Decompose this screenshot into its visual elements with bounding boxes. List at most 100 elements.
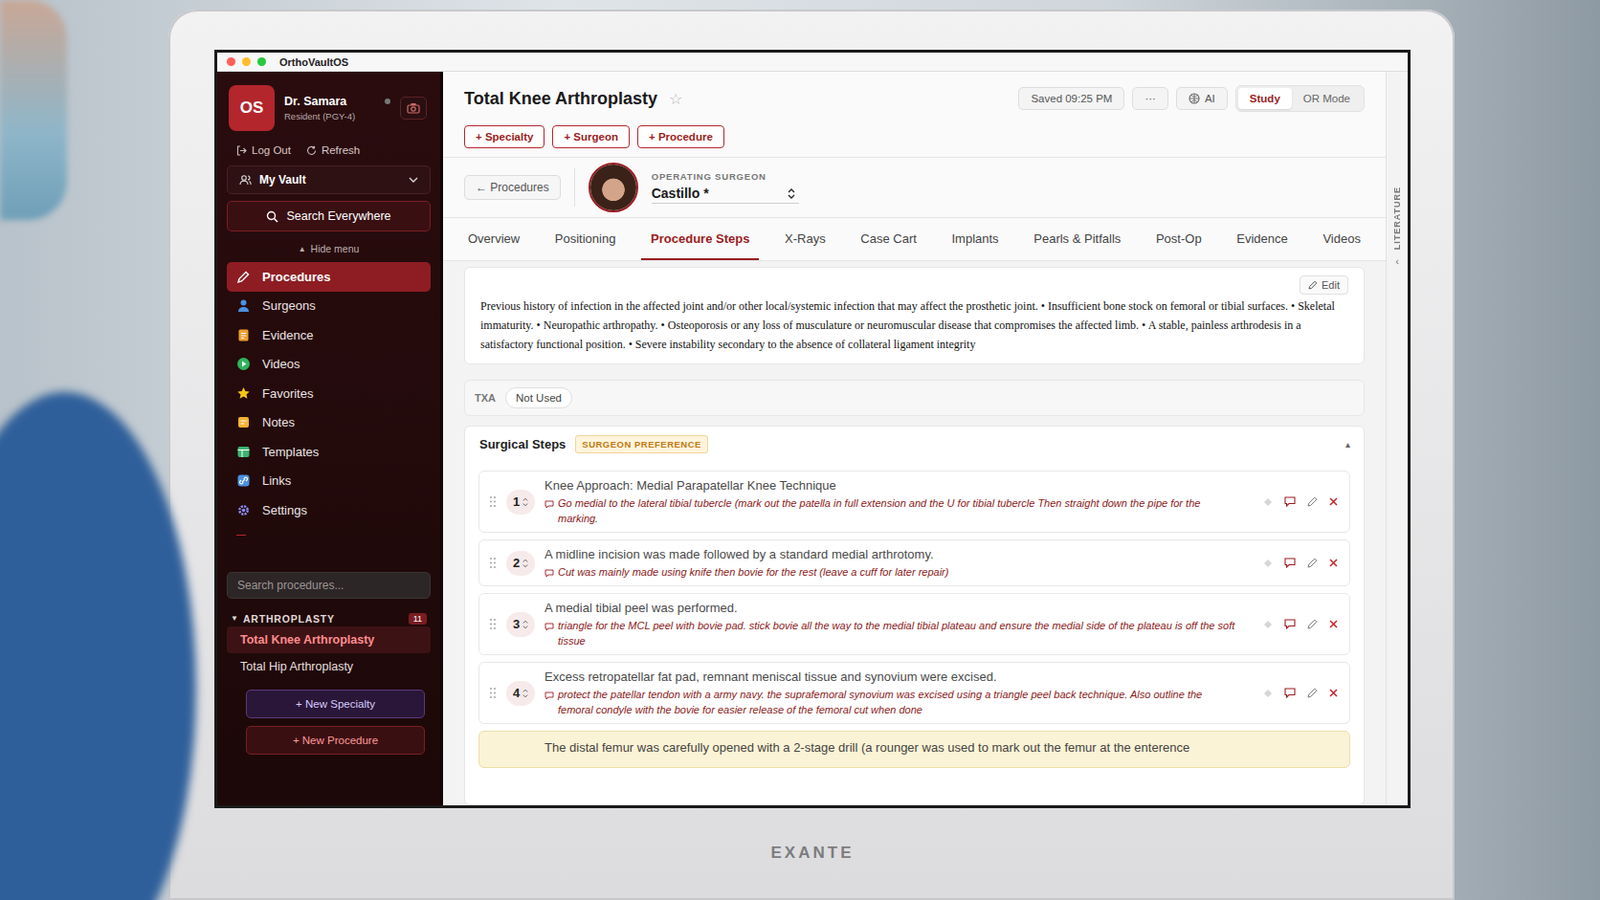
step-row[interactable]: 3 A medial tibial peel was performed.tria… bbox=[478, 593, 1351, 656]
step-title: Excess retropatellar fat pad, remnant me… bbox=[544, 668, 1254, 686]
ai-button[interactable]: AI bbox=[1176, 87, 1228, 111]
title-bar: OrthoVaultOS bbox=[217, 52, 1408, 72]
surgeon-select[interactable]: Castillo * bbox=[651, 184, 800, 204]
vault-select[interactable]: My Vault bbox=[226, 165, 431, 195]
drag-handle-icon[interactable] bbox=[488, 556, 497, 570]
diamond-icon[interactable] bbox=[1263, 688, 1273, 699]
mode-option[interactable]: OR Mode bbox=[1291, 88, 1362, 110]
sidebar-item[interactable]: Templates bbox=[226, 437, 431, 467]
comment-icon[interactable] bbox=[1284, 619, 1296, 630]
pencil-icon[interactable] bbox=[1307, 619, 1318, 630]
tab[interactable]: Overview bbox=[458, 218, 530, 261]
sidebar-item[interactable]: Notes bbox=[226, 408, 431, 439]
more-button[interactable]: ··· bbox=[1132, 87, 1169, 111]
tab[interactable]: Procedure Steps bbox=[641, 218, 759, 261]
draft-step-row[interactable]: The distal femur was carefully opened wi… bbox=[478, 731, 1351, 769]
comment-icon[interactable] bbox=[1284, 557, 1296, 569]
search-everywhere-label: Search Everywhere bbox=[286, 209, 391, 223]
step-number[interactable]: 2 bbox=[506, 551, 535, 577]
app-body: OSDr. SamaraResident (PGY-4)Log OutRefre… bbox=[217, 71, 1408, 806]
literature-tab[interactable]: LITERATURE‹ bbox=[1385, 71, 1408, 806]
sidebar-item[interactable]: Surgeons bbox=[226, 291, 431, 322]
diamond-icon[interactable] bbox=[1263, 558, 1273, 569]
diamond-icon[interactable] bbox=[1263, 497, 1273, 508]
sidebar-item[interactable]: Procedures bbox=[226, 262, 431, 292]
camera-button[interactable] bbox=[400, 96, 427, 120]
back-button[interactable]: ← Procedures bbox=[464, 175, 561, 200]
step-title: A medial tibial peel was performed. bbox=[544, 600, 1254, 617]
txa-value[interactable]: Not Used bbox=[505, 387, 573, 409]
procedure-item[interactable]: Total Knee Arthroplasty bbox=[226, 626, 431, 654]
pencil-icon[interactable] bbox=[1307, 688, 1318, 699]
step-body: Excess retropatellar fat pad, remnant me… bbox=[544, 668, 1254, 718]
sidebar-item[interactable]: Evidence bbox=[226, 320, 431, 351]
drag-handle-icon[interactable] bbox=[488, 618, 497, 631]
step-number[interactable]: 4 bbox=[506, 681, 535, 707]
step-note-text: Cut was mainly made using knife then bov… bbox=[557, 564, 949, 580]
procedure-search-field[interactable]: Search procedures... bbox=[226, 572, 431, 600]
account-link[interactable]: Log Out bbox=[236, 144, 291, 156]
sidebar-item-label: Templates bbox=[262, 444, 319, 460]
sidebar-add-button[interactable]: + New Procedure bbox=[245, 726, 425, 756]
delete-icon[interactable] bbox=[1329, 688, 1338, 698]
step-number[interactable]: 3 bbox=[506, 612, 535, 638]
window-control[interactable] bbox=[226, 57, 236, 67]
window-control[interactable] bbox=[257, 57, 267, 67]
procedure-item[interactable]: Total Hip Arthroplasty bbox=[226, 653, 431, 681]
mode-option[interactable]: Study bbox=[1238, 88, 1292, 110]
tab[interactable]: Post-Op bbox=[1146, 218, 1212, 261]
sidebar-item[interactable]: Videos bbox=[226, 350, 431, 380]
tab[interactable]: Videos bbox=[1312, 218, 1371, 261]
page-header: Total Knee Arthroplasty☆Saved 09:25 PM··… bbox=[443, 71, 1386, 126]
drag-handle-icon[interactable] bbox=[488, 495, 497, 509]
pencil-icon[interactable] bbox=[1307, 557, 1318, 569]
step-row[interactable]: 1Knee Approach: Medial Parapatellar Knee… bbox=[478, 470, 1351, 534]
literature-arrow: ‹ bbox=[1395, 255, 1400, 267]
sidebar-item[interactable]: Links bbox=[226, 466, 431, 497]
favorite-star[interactable]: ☆ bbox=[668, 89, 683, 109]
steps-list: 1Knee Approach: Medial Parapatellar Knee… bbox=[478, 461, 1351, 769]
delete-icon[interactable] bbox=[1329, 558, 1338, 568]
account-link[interactable]: Refresh bbox=[306, 144, 360, 156]
comment-icon[interactable] bbox=[1284, 688, 1296, 699]
add-button[interactable]: + Specialty bbox=[464, 125, 545, 149]
camera-icon bbox=[406, 102, 421, 114]
drag-handle-icon[interactable] bbox=[488, 687, 497, 700]
sidebar-item[interactable]: Favorites bbox=[226, 378, 431, 409]
sidebar-add-button[interactable]: + New Specialty bbox=[245, 689, 425, 719]
tab-bar: Overview Positioning Procedure Steps X-Rays… bbox=[443, 218, 1386, 262]
tab[interactable]: Positioning bbox=[545, 218, 626, 261]
window-control[interactable] bbox=[242, 57, 251, 67]
tab[interactable]: Pearls & Pitfalls bbox=[1023, 218, 1131, 261]
tab[interactable]: Implants bbox=[941, 218, 1008, 261]
step-body: A medial tibial peel was performed.trian… bbox=[544, 600, 1254, 649]
collapse-toggle[interactable]: ▴ bbox=[1345, 439, 1351, 450]
contraindications-text: Previous history of infection in the aff… bbox=[480, 296, 1349, 355]
step-row[interactable]: 2A midline incision was made followed by… bbox=[478, 539, 1351, 587]
hide-menu-arrow: ▲ bbox=[298, 244, 307, 254]
hide-menu-label: Hide menu bbox=[311, 243, 360, 255]
photo-scene: OrthoVaultOSOSDr. SamaraResident (PGY-4)… bbox=[0, 0, 1600, 900]
step-row[interactable]: 4 Excess retropatellar fat pad, remnant m… bbox=[478, 662, 1351, 725]
hide-menu-toggle[interactable]: ▲ Hide menu bbox=[226, 243, 431, 255]
comment-icon[interactable] bbox=[1284, 496, 1296, 508]
delete-icon[interactable] bbox=[1329, 497, 1338, 507]
specialty-header[interactable]: ▼ARTHROPLASTY11 bbox=[226, 611, 431, 627]
sidebar-item-label: Favorites bbox=[262, 386, 313, 401]
tab[interactable]: Case Cart bbox=[850, 218, 927, 261]
edit-button[interactable]: Edit bbox=[1299, 275, 1349, 295]
tab[interactable]: X-Rays bbox=[775, 218, 836, 261]
reorder-icon bbox=[522, 558, 529, 569]
delete-icon[interactable] bbox=[1329, 620, 1338, 629]
tab[interactable]: Evidence bbox=[1226, 218, 1297, 261]
sidebar-item[interactable]: Settings bbox=[226, 495, 431, 526]
search-everywhere-button[interactable]: Search Everywhere bbox=[226, 200, 431, 232]
pencil-icon[interactable] bbox=[1307, 496, 1318, 508]
surgeon-bar: ← Procedures OPERATING SURGEON Castillo * bbox=[443, 157, 1386, 219]
surgeon-caption: OPERATING SURGEON bbox=[651, 171, 800, 182]
add-button[interactable]: + Procedure bbox=[637, 125, 725, 149]
user-role: Resident (PGY-4) bbox=[284, 111, 356, 122]
add-button[interactable]: + Surgeon bbox=[552, 125, 630, 149]
diamond-icon[interactable] bbox=[1263, 620, 1273, 630]
step-number[interactable]: 1 bbox=[506, 489, 535, 515]
